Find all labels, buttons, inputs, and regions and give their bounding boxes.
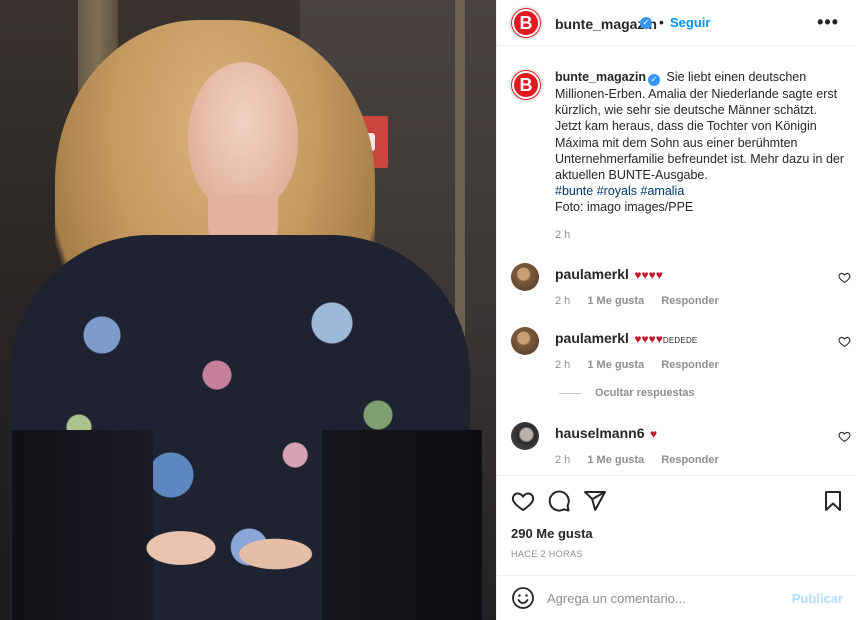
- commenter-avatar[interactable]: [511, 263, 539, 291]
- heart-icon[interactable]: [838, 430, 851, 443]
- comment-input[interactable]: [547, 584, 787, 612]
- hide-replies-button[interactable]: Ocultar respuestas: [559, 387, 695, 399]
- comment-time[interactable]: 2 h: [555, 359, 570, 371]
- heart-icon[interactable]: [511, 489, 535, 513]
- post-photo[interactable]: [0, 0, 496, 620]
- comments-area[interactable]: B bunte_magazin ✓ Sie liebt einen deutsch…: [497, 47, 856, 475]
- photo-credit: Foto: imago images/PPE: [555, 200, 694, 215]
- post-actions: 290 Me gusta HACE 2 HORAS: [497, 475, 856, 571]
- hashtag-link[interactable]: #royals: [597, 184, 637, 198]
- hide-replies-line: [559, 392, 581, 394]
- comment-username[interactable]: hauselmann6: [555, 425, 644, 441]
- heart-emoji: ♥♥♥♥: [634, 268, 663, 282]
- caption-username[interactable]: bunte_magazin: [555, 70, 646, 84]
- caption-avatar[interactable]: B: [509, 68, 543, 102]
- post-timestamp[interactable]: HACE 2 HORAS: [511, 549, 583, 559]
- heart-icon[interactable]: [838, 271, 851, 284]
- reply-button[interactable]: Responder: [661, 454, 718, 466]
- follow-button[interactable]: Seguir: [670, 15, 710, 30]
- comment-username[interactable]: paulamerkl: [555, 330, 629, 346]
- comment-body: paulamerkl ♥♥♥♥DEDEDE: [555, 330, 697, 346]
- comment-icon[interactable]: [547, 489, 571, 513]
- photo-hands: [118, 500, 328, 620]
- commenter-avatar[interactable]: [511, 422, 539, 450]
- verified-badge-icon: ✓: [648, 74, 660, 86]
- reply-button[interactable]: Responder: [661, 359, 718, 371]
- add-comment-bar: Publicar: [497, 575, 856, 620]
- comment-meta: 2 h 1 Me gusta Responder: [555, 454, 733, 466]
- like-count[interactable]: 290 Me gusta: [511, 526, 593, 541]
- heart-emoji: ♥: [649, 427, 658, 441]
- comment-meta: 2 h 1 Me gusta Responder: [555, 295, 733, 307]
- brand-logo: B: [512, 9, 540, 37]
- comment-likes[interactable]: 1 Me gusta: [587, 295, 644, 307]
- comment-likes[interactable]: 1 Me gusta: [587, 359, 644, 371]
- more-options-icon[interactable]: •••: [817, 12, 839, 33]
- comment-body: paulamerkl ♥♥♥♥: [555, 266, 663, 282]
- caption-body: Sie liebt einen deutschen Millionen-Erbe…: [555, 70, 845, 183]
- comment-time[interactable]: 2 h: [555, 295, 570, 307]
- reply-button[interactable]: Responder: [661, 295, 718, 307]
- comment-username[interactable]: paulamerkl: [555, 266, 629, 282]
- hashtag-link[interactable]: #bunte: [555, 184, 593, 198]
- comment-meta: 2 h 1 Me gusta Responder: [555, 359, 733, 371]
- separator-dot: •: [659, 14, 664, 30]
- post-side-panel: B bunte_magazin ✓ • Seguir ••• B bunte_m…: [496, 0, 856, 620]
- bookmark-icon[interactable]: [821, 489, 845, 513]
- flag-emoji-text: DEDEDE: [662, 336, 698, 345]
- photo-face: [188, 62, 298, 212]
- hide-replies-label: Ocultar respuestas: [595, 387, 695, 399]
- profile-avatar[interactable]: B: [509, 6, 543, 40]
- comment-body: hauselmann6 ♥: [555, 425, 657, 441]
- comment-likes[interactable]: 1 Me gusta: [587, 454, 644, 466]
- heart-emoji: ♥♥♥♥: [634, 332, 663, 346]
- brand-logo: B: [512, 71, 540, 99]
- post-header: B bunte_magazin ✓ • Seguir •••: [497, 0, 856, 46]
- comment-time[interactable]: 2 h: [555, 454, 570, 466]
- emoji-icon[interactable]: [511, 586, 535, 610]
- caption-timestamp[interactable]: 2 h: [555, 229, 570, 241]
- verified-badge-icon: ✓: [640, 17, 652, 29]
- heart-icon[interactable]: [838, 335, 851, 348]
- caption-text-block: bunte_magazin ✓ Sie liebt einen deutschen…: [555, 69, 845, 216]
- publish-button[interactable]: Publicar: [792, 591, 843, 606]
- share-icon[interactable]: [583, 489, 607, 513]
- hashtag-link[interactable]: #amalia: [641, 184, 685, 198]
- commenter-avatar[interactable]: [511, 327, 539, 355]
